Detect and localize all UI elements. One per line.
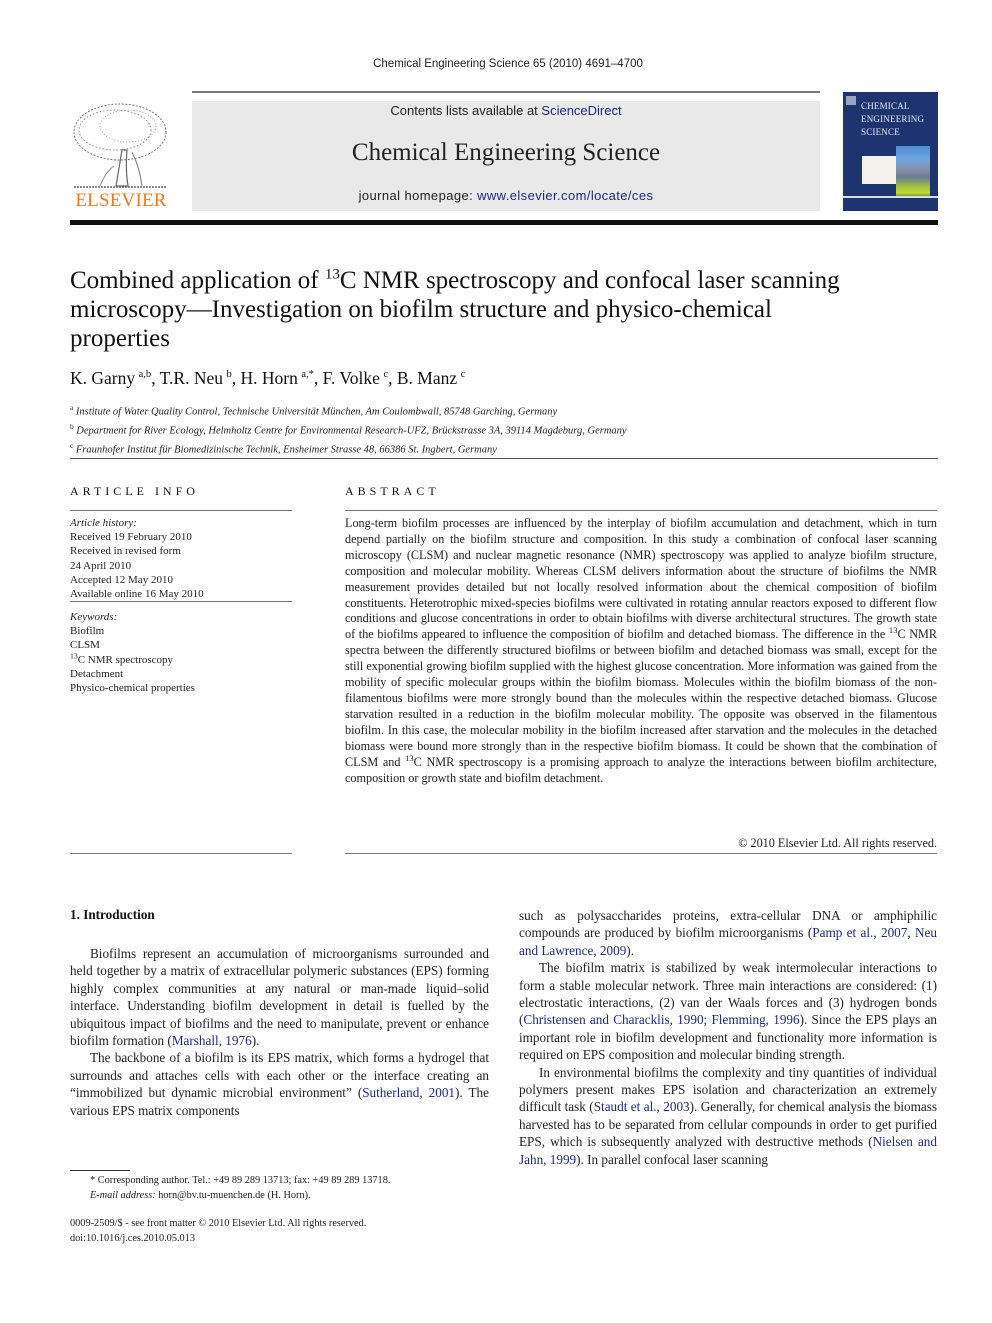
affiliation: c Fraunhofer Institut für Biomedizinisch… — [70, 441, 497, 456]
history-entry: Available online 16 May 2010 — [70, 588, 204, 601]
contents-line: Contents lists available at ScienceDirec… — [192, 103, 820, 118]
citation-link[interactable]: Christensen and Characklis, 1990; Flemmi… — [523, 1012, 799, 1027]
article-info-rule — [70, 510, 292, 511]
journal-cover-thumbnail[interactable]: CHEMICAL ENGINEERING SCIENCE — [843, 92, 938, 211]
journal-banner: Contents lists available at ScienceDirec… — [192, 101, 820, 211]
journal-homepage-link[interactable]: www.elsevier.com/locate/ces — [477, 188, 653, 203]
contents-prefix: Contents lists available at — [390, 103, 542, 118]
cover-title-line: ENGINEERING — [861, 114, 925, 124]
homepage-line: journal homepage: www.elsevier.com/locat… — [192, 188, 820, 203]
author[interactable]: F. Volke c — [323, 368, 388, 388]
title-superscript: 13 — [324, 266, 340, 283]
citation-link[interactable]: Marshall, 1976 — [172, 1033, 252, 1048]
history-entry: Received 19 February 2010 — [70, 531, 192, 544]
history-entry: Accepted 12 May 2010 — [70, 573, 173, 586]
keyword: CLSM — [70, 639, 100, 652]
email-address[interactable]: horn@bv.tu-muenchen.de (H. Horn). — [156, 1190, 310, 1201]
keyword: Biofilm — [70, 625, 105, 638]
author-affiliation-marker[interactable]: a,* — [301, 369, 314, 380]
author-affiliation-marker[interactable]: b — [226, 369, 231, 380]
keyword: Physico-chemical properties — [70, 682, 195, 695]
corresponding-author-note: * Corresponding author. Tel.: +49 89 289… — [90, 1175, 391, 1186]
cover-publisher-mark — [846, 96, 856, 105]
keywords-label: Keywords: — [70, 611, 118, 623]
cover-title-line: SCIENCE — [861, 127, 900, 137]
author[interactable]: K. Garny a,b — [70, 368, 151, 388]
abstract-heading: ABSTRACT — [345, 484, 440, 498]
article-info-heading: ARTICLE INFO — [70, 484, 199, 498]
cover-panel — [862, 156, 900, 184]
author-list: K. Garny a,b, T.R. Neu b, H. Horn a,*, F… — [70, 368, 466, 388]
running-head: Chemical Engineering Science 65 (2010) 4… — [373, 58, 643, 70]
email-note: E-mail address: horn@bv.tu-muenchen.de (… — [90, 1189, 311, 1201]
abstract-rule — [345, 853, 937, 854]
history-entry: 24 April 2010 — [70, 559, 132, 572]
author-affiliation-marker[interactable]: c — [461, 369, 466, 380]
cover-title: CHEMICAL ENGINEERING SCIENCE — [861, 100, 924, 139]
section-heading-introduction: 1. Introduction — [70, 907, 155, 922]
cover-title-line: CHEMICAL — [861, 101, 910, 111]
body-column-left: Biofilms represent an accumulation of mi… — [70, 945, 489, 1119]
cover-band — [843, 196, 938, 198]
section-divider — [70, 458, 938, 459]
affiliations: a Institute of Water Quality Control, Te… — [70, 401, 627, 458]
body-column-right: such as polysaccharides proteins, extra-… — [519, 907, 937, 1168]
author[interactable]: H. Horn a,* — [240, 368, 313, 388]
cover-image — [896, 146, 930, 198]
masthead-bottom-rule — [70, 220, 938, 225]
paragraph: The backbone of a biofilm is its EPS mat… — [70, 1050, 489, 1118]
masthead-top-rule — [192, 91, 820, 93]
abstract-text: Long-term biofilm processes are influenc… — [345, 516, 938, 785]
article-info-rule — [70, 601, 292, 602]
keyword: 13C NMR spectroscopy — [70, 650, 174, 666]
journal-name: Chemical Engineering Science — [351, 139, 661, 166]
sciencedirect-link[interactable]: ScienceDirect — [541, 103, 621, 118]
article-title: Combined application of 13C NMR spectros… — [70, 266, 850, 353]
issn-line: 0009-2509/$ - see front matter © 2010 El… — [70, 1218, 367, 1229]
keywords: Keywords: Biofilm CLSM 13C NMR spectrosc… — [70, 610, 292, 695]
elsevier-tree-icon — [73, 103, 167, 188]
citation-link[interactable]: Sutherland, 2001 — [362, 1085, 455, 1100]
author[interactable]: T.R. Neu b — [160, 368, 232, 388]
history-entry: Received in revised form — [70, 545, 181, 558]
doi[interactable]: doi:10.1016/j.ces.2010.05.013 — [70, 1232, 366, 1247]
title-text: Combined application of — [70, 267, 325, 294]
paragraph: The biofilm matrix is stabilized by weak… — [519, 960, 937, 1063]
front-matter: 0009-2509/$ - see front matter © 2010 El… — [70, 1217, 366, 1246]
citation-link[interactable]: Staudt et al., 2003 — [594, 1099, 690, 1114]
keyword: Detachment — [70, 667, 124, 680]
elsevier-logo[interactable]: ELSEVIER — [68, 100, 174, 212]
abstract-rule — [345, 510, 937, 511]
article-info-rule — [70, 853, 292, 854]
author-affiliation-marker[interactable]: c — [383, 369, 388, 380]
abstract-copyright: © 2010 Elsevier Ltd. All rights reserved… — [738, 836, 937, 850]
paragraph: Biofilms represent an accumulation of mi… — [70, 946, 489, 1049]
article-history: Article history: Received 19 February 20… — [70, 516, 292, 601]
article-history-label: Article history: — [70, 517, 137, 529]
affiliation: a Institute of Water Quality Control, Te… — [70, 403, 558, 418]
homepage-prefix: journal homepage: — [358, 188, 478, 203]
paragraph: such as polysaccharides proteins, extra-… — [519, 908, 937, 958]
elsevier-wordmark: ELSEVIER — [75, 190, 167, 211]
author[interactable]: B. Manz c — [397, 368, 465, 388]
affiliation: b Department for River Ecology, Helmholt… — [70, 422, 627, 437]
footnote: * Corresponding author. Tel.: +49 89 289… — [90, 1174, 390, 1203]
paragraph: In environmental biofilms the complexity… — [519, 1064, 937, 1167]
author-affiliation-marker[interactable]: a,b — [139, 369, 152, 380]
footnote-rule — [70, 1170, 130, 1171]
